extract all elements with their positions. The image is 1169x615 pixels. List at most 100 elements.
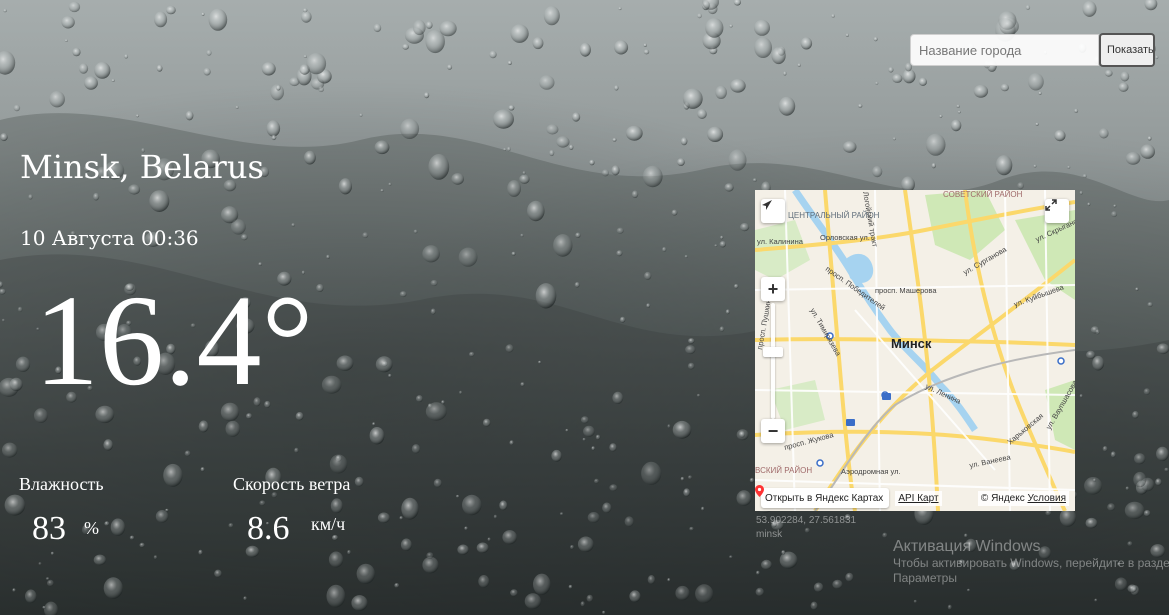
terms-link[interactable]: Условия	[1027, 493, 1066, 504]
raindrop	[1085, 517, 1098, 529]
raindrop	[400, 538, 412, 551]
raindrop	[301, 11, 312, 23]
raindrop	[321, 375, 342, 394]
wind-label: Скорость ветра	[233, 474, 351, 494]
raindrop	[462, 494, 482, 516]
raindrop	[705, 18, 724, 38]
city-search-form: Показать	[910, 33, 1160, 67]
raindrop	[527, 200, 545, 222]
raindrop	[644, 271, 652, 280]
raindrop	[510, 24, 529, 43]
raindrop	[701, 506, 705, 511]
zoom-handle[interactable]	[763, 347, 783, 357]
raindrop	[956, 104, 960, 108]
raindrop	[299, 64, 310, 75]
raindrop	[641, 461, 662, 485]
raindrop	[2, 442, 18, 458]
raindrop	[271, 134, 277, 141]
raindrop	[601, 169, 610, 177]
raindrop	[347, 550, 351, 555]
raindrop	[50, 551, 54, 556]
raindrop	[998, 11, 1017, 30]
raindrop	[913, 599, 917, 603]
raindrop	[422, 556, 439, 574]
map-canvas[interactable]: ЦЕНТРАЛЬНЫЙ РАЙОН СОВЕТСКИЙ РАЙОН ВСКИЙ …	[755, 190, 1075, 511]
raindrop	[231, 219, 246, 235]
raindrop	[646, 303, 651, 308]
raindrop	[380, 189, 384, 192]
raindrop	[756, 570, 760, 575]
raindrop	[153, 555, 158, 560]
raindrop	[17, 306, 23, 313]
raindrop	[228, 523, 234, 528]
raindrop	[261, 62, 276, 76]
zoom-out-button[interactable]: −	[761, 419, 785, 443]
raindrop	[729, 555, 733, 559]
raindrop	[103, 439, 113, 451]
map-label-soviet: СОВЕТСКИЙ РАЙОН	[943, 190, 1023, 199]
raindrop	[1110, 451, 1116, 458]
raindrop	[709, 46, 718, 55]
show-button[interactable]: Показать	[1099, 33, 1155, 67]
raindrop	[1124, 501, 1145, 520]
raindrop	[78, 63, 89, 74]
raindrop	[810, 601, 818, 610]
raindrop	[163, 463, 183, 487]
humidity-value: 83	[32, 510, 66, 547]
raindrop	[499, 500, 508, 511]
raindrop	[306, 52, 327, 75]
raindrop	[430, 279, 438, 287]
raindrop	[12, 588, 16, 592]
raindrop	[110, 518, 126, 536]
raindrop	[677, 158, 685, 167]
locate-button[interactable]	[761, 199, 785, 223]
raindrop	[730, 79, 746, 93]
raindrop	[950, 119, 962, 132]
raindrop	[1035, 122, 1039, 126]
raindrop	[328, 551, 344, 568]
raindrop	[316, 284, 324, 292]
raindrop	[602, 610, 606, 615]
raindrop	[336, 355, 354, 371]
open-in-yandex-button[interactable]: Открыть в Яндекс Картах	[755, 485, 890, 508]
fullscreen-button[interactable]	[1045, 199, 1069, 223]
zoom-track[interactable]	[771, 303, 775, 419]
raindrop	[64, 39, 68, 42]
raindrop	[482, 418, 491, 427]
raindrop	[683, 102, 690, 110]
zoom-in-button[interactable]: +	[761, 277, 785, 301]
raindrop	[439, 20, 457, 37]
raindrop	[507, 146, 511, 152]
raindrop	[493, 514, 497, 519]
raindrop	[49, 91, 65, 108]
raindrop	[565, 428, 569, 432]
raindrop	[1067, 165, 1071, 169]
api-link[interactable]: API Карт	[895, 490, 942, 506]
raindrop	[687, 362, 695, 370]
raindrop	[507, 60, 512, 65]
map-label-district-mosk: ВСКИЙ РАЙОН	[755, 466, 812, 475]
raindrop	[487, 537, 491, 542]
raindrop	[1143, 510, 1151, 517]
raindrop	[509, 440, 514, 446]
raindrop	[332, 534, 338, 541]
raindrop	[813, 582, 824, 593]
raindrop	[888, 67, 894, 73]
raindrop	[999, 17, 1019, 35]
raindrop	[577, 536, 594, 553]
raindrop	[425, 29, 445, 54]
raindrop	[947, 604, 952, 610]
city-map[interactable]: ЦЕНТРАЛЬНЫЙ РАЙОН СОВЕТСКИЙ РАЙОН ВСКИЙ …	[755, 190, 1075, 511]
raindrop	[1135, 287, 1139, 291]
raindrop	[1111, 211, 1118, 218]
raindrop	[388, 182, 392, 186]
raindrop	[559, 512, 564, 516]
raindrop	[749, 477, 755, 483]
raindrop	[0, 281, 3, 288]
raindrop	[519, 174, 530, 184]
watermark-line-1: Чтобы активировать Windows, перейдите в …	[893, 556, 1169, 570]
raindrop	[416, 395, 423, 403]
map-label-orlovskaya: Орловская ул.	[820, 233, 870, 242]
city-search-input[interactable]	[910, 34, 1099, 66]
raindrop	[1094, 598, 1098, 602]
